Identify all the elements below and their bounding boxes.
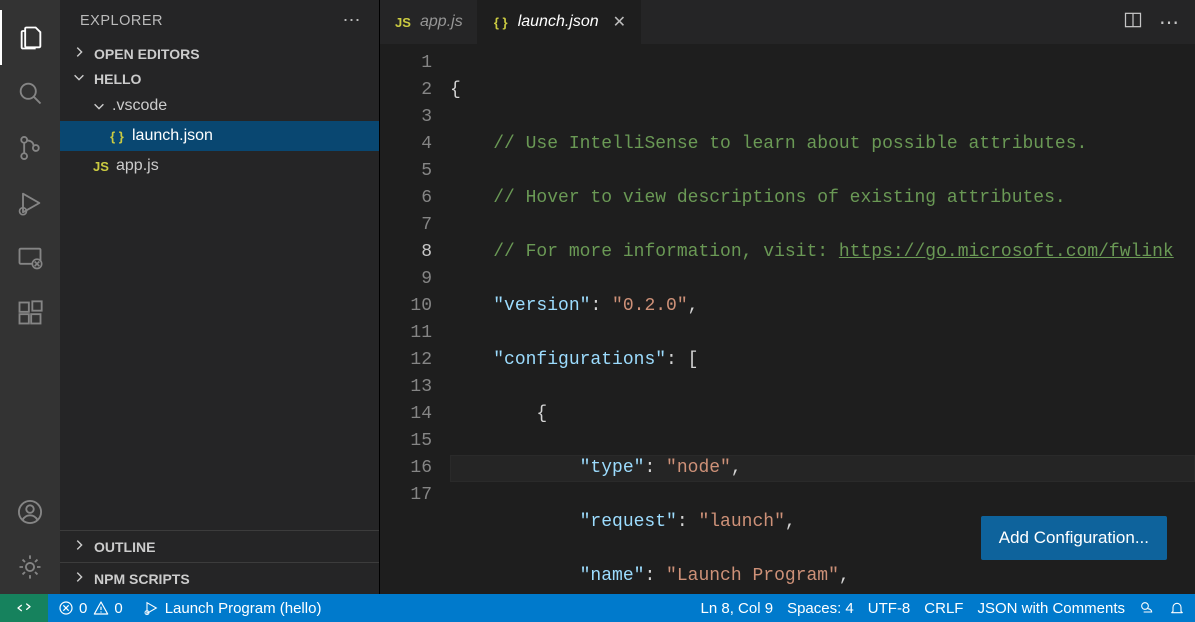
activity-accounts[interactable] [0, 484, 60, 539]
js-file-icon: JS [92, 159, 110, 174]
files-icon [17, 24, 45, 52]
tree-label: app.js [116, 157, 159, 175]
status-eol[interactable]: CRLF [924, 600, 963, 617]
section-folder[interactable]: HELLO [60, 66, 379, 91]
line-number: 10 [380, 293, 432, 320]
line-number: 8 [380, 239, 432, 266]
code-editor[interactable]: 1234567891011121314151617 { // Use Intel… [380, 44, 1195, 594]
status-encoding[interactable]: UTF-8 [868, 600, 911, 617]
section-label: OPEN EDITORS [94, 46, 200, 62]
line-number: 11 [380, 320, 432, 347]
line-number: 1 [380, 50, 432, 77]
activity-extensions[interactable] [0, 285, 60, 340]
chevron-down-icon [72, 70, 88, 87]
account-icon [16, 498, 44, 526]
line-number: 14 [380, 401, 432, 428]
line-number: 12 [380, 347, 432, 374]
tree-file-app-js[interactable]: JS app.js [60, 151, 379, 181]
status-error-count: 0 [79, 600, 87, 617]
section-label: NPM SCRIPTS [94, 571, 190, 587]
tab-launch-json[interactable]: { } launch.json ✕ [478, 0, 641, 44]
remote-icon [16, 600, 32, 616]
chevron-right-icon [72, 538, 88, 555]
file-tree: .vscode { } launch.json JS app.js [60, 91, 379, 530]
code-content[interactable]: { // Use IntelliSense to learn about pos… [450, 44, 1195, 594]
line-number-gutter: 1234567891011121314151617 [380, 44, 450, 594]
line-number: 4 [380, 131, 432, 158]
section-label: HELLO [94, 71, 141, 87]
feedback-icon [1139, 600, 1155, 616]
source-control-icon [16, 134, 44, 162]
chevron-right-icon [72, 45, 88, 62]
sidebar-title: EXPLORER [80, 13, 163, 29]
section-npm-scripts[interactable]: NPM SCRIPTS [60, 562, 379, 594]
js-file-icon: JS [394, 15, 412, 30]
status-bar: 0 0 Launch Program (hello) Ln 8, Col 9 S… [0, 594, 1195, 622]
editor-tabs: JS app.js { } launch.json ✕ ⋯ [380, 0, 1195, 44]
tab-label: launch.json [518, 13, 599, 31]
status-debug-label: Launch Program (hello) [165, 600, 322, 617]
activity-search[interactable] [0, 65, 60, 120]
tab-app-js[interactable]: JS app.js [380, 0, 478, 44]
status-cursor-position[interactable]: Ln 8, Col 9 [701, 600, 774, 617]
section-outline[interactable]: OUTLINE [60, 530, 379, 562]
activity-settings[interactable] [0, 539, 60, 594]
tree-file-launch-json[interactable]: { } launch.json [60, 121, 379, 151]
status-debug-config[interactable]: Launch Program (hello) [133, 594, 332, 622]
activity-bar [0, 0, 60, 594]
remote-explorer-icon [16, 244, 44, 272]
tree-folder-vscode[interactable]: .vscode [60, 91, 379, 121]
chevron-down-icon [92, 99, 106, 113]
status-remote[interactable] [0, 594, 48, 622]
line-number: 5 [380, 158, 432, 185]
chevron-right-icon [72, 570, 88, 587]
status-indentation[interactable]: Spaces: 4 [787, 600, 854, 617]
section-open-editors[interactable]: OPEN EDITORS [60, 41, 379, 66]
json-file-icon: { } [108, 129, 126, 144]
editor-area: JS app.js { } launch.json ✕ ⋯ 1234567891… [380, 0, 1195, 594]
bell-icon [1169, 600, 1185, 616]
gear-icon [16, 553, 44, 581]
line-number: 15 [380, 428, 432, 455]
sidebar-more-icon[interactable]: ⋯ [343, 10, 362, 31]
activity-remote[interactable] [0, 230, 60, 285]
status-notifications[interactable] [1169, 600, 1185, 616]
tree-label: launch.json [132, 127, 213, 145]
line-number: 6 [380, 185, 432, 212]
activity-source-control[interactable] [0, 120, 60, 175]
error-icon [58, 600, 74, 616]
line-number: 13 [380, 374, 432, 401]
status-warning-count: 0 [114, 600, 122, 617]
activity-run-debug[interactable] [0, 175, 60, 230]
activity-explorer[interactable] [0, 10, 60, 65]
section-label: OUTLINE [94, 539, 155, 555]
tab-label: app.js [420, 13, 463, 31]
split-editor-icon[interactable] [1123, 10, 1143, 35]
tree-label: .vscode [112, 97, 167, 115]
search-icon [16, 79, 44, 107]
line-number: 9 [380, 266, 432, 293]
warning-icon [93, 600, 109, 616]
status-problems[interactable]: 0 0 [48, 594, 133, 622]
status-language-mode[interactable]: JSON with Comments [977, 600, 1125, 617]
line-number: 17 [380, 482, 432, 509]
explorer-sidebar: EXPLORER ⋯ OPEN EDITORS HELLO .vscode { [60, 0, 380, 594]
json-file-icon: { } [492, 15, 510, 30]
line-number: 7 [380, 212, 432, 239]
add-configuration-button[interactable]: Add Configuration... [981, 516, 1167, 560]
debug-start-icon [143, 600, 159, 616]
close-icon[interactable]: ✕ [613, 12, 626, 32]
line-number: 2 [380, 77, 432, 104]
line-number: 16 [380, 455, 432, 482]
line-number: 3 [380, 104, 432, 131]
extensions-icon [16, 299, 44, 327]
debug-icon [16, 189, 44, 217]
status-feedback[interactable] [1139, 600, 1155, 616]
editor-more-icon[interactable]: ⋯ [1159, 10, 1179, 35]
